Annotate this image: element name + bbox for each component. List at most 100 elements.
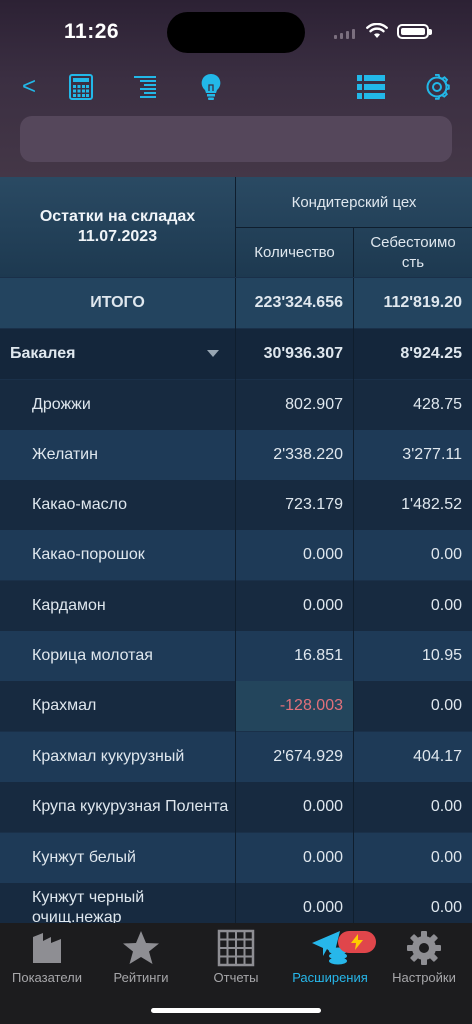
item-qty: 2'674.929 bbox=[273, 748, 343, 765]
item-qty: 0.000 bbox=[302, 546, 343, 563]
table-row[interactable]: Какао-порошок 0.000 0.00 bbox=[0, 530, 472, 580]
divider bbox=[236, 227, 472, 228]
total-row[interactable]: ИТОГО 223'324.656 112'819.20 bbox=[0, 278, 472, 328]
gear-icon bbox=[407, 931, 441, 965]
stock-table: Остатки на складах 11.07.2023 Кондитерск… bbox=[0, 177, 472, 923]
item-qty: 0.000 bbox=[302, 899, 343, 916]
divider bbox=[235, 278, 236, 923]
column-header-cost[interactable]: Себестоимо сть bbox=[354, 228, 472, 277]
item-cost: 428.75 bbox=[413, 396, 462, 413]
report-title-name: Остатки на складах bbox=[39, 208, 196, 225]
item-name: Крупа кукурузная Полента bbox=[32, 798, 229, 815]
grid-icon bbox=[217, 929, 255, 967]
tab-label: Показатели bbox=[12, 970, 82, 985]
table-row[interactable]: Желатин 2'338.220 3'277.11 bbox=[0, 430, 472, 480]
item-name: Крахмал bbox=[32, 697, 97, 714]
lightning-badge-icon bbox=[338, 931, 376, 953]
star-icon bbox=[123, 931, 159, 964]
table-row[interactable]: Кунжут белый 0.000 0.00 bbox=[0, 833, 472, 883]
calculator-button[interactable] bbox=[64, 70, 98, 104]
tab-reports[interactable]: Отчеты bbox=[189, 929, 283, 989]
dynamic-island bbox=[167, 12, 305, 53]
item-cost: 10.95 bbox=[421, 647, 462, 664]
battery-icon bbox=[397, 24, 432, 39]
table-row[interactable]: Крахмал кукурузный 2'674.929 404.17 bbox=[0, 732, 472, 782]
table-row[interactable]: Крахмал -128.003 0.00 bbox=[0, 681, 472, 731]
report-date: 11.07.2023 bbox=[77, 228, 158, 245]
item-name: Кунжут черный очищ.нежар bbox=[32, 889, 145, 923]
total-label: ИТОГО bbox=[90, 294, 145, 311]
home-indicator bbox=[151, 1008, 321, 1013]
item-cost: 0.00 bbox=[430, 849, 462, 866]
group-label: Бакалея bbox=[10, 345, 76, 362]
tab-ratings[interactable]: Рейтинги bbox=[94, 929, 188, 989]
column-group-shop[interactable]: Кондитерский цех bbox=[236, 177, 472, 227]
table-row[interactable]: Корица молотая 16.851 10.95 bbox=[0, 631, 472, 681]
item-name: Корица молотая bbox=[32, 647, 153, 664]
back-icon: < bbox=[21, 73, 36, 100]
item-cost: 0.00 bbox=[430, 597, 462, 614]
gear-icon bbox=[426, 74, 450, 100]
column-header-qty[interactable]: Количество bbox=[236, 228, 353, 277]
lightbulb-icon bbox=[201, 73, 221, 100]
tab-label: Рейтинги bbox=[113, 970, 169, 985]
item-qty: 802.907 bbox=[285, 396, 343, 413]
list-view-button[interactable] bbox=[354, 70, 388, 104]
tab-label: Настройки bbox=[392, 970, 456, 985]
tab-settings[interactable]: Настройки bbox=[377, 929, 471, 989]
tab-label: Отчеты bbox=[213, 970, 259, 985]
item-cost: 3'277.11 bbox=[402, 446, 462, 463]
item-qty: 0.000 bbox=[302, 798, 343, 815]
table-header: Остатки на складах 11.07.2023 Кондитерск… bbox=[0, 177, 472, 277]
cellular-signal-icon bbox=[334, 29, 355, 39]
group-row-bakaleya[interactable]: Бакалея 30'936.307 8'924.25 bbox=[0, 329, 472, 379]
table-row[interactable]: Кардамон 0.000 0.00 bbox=[0, 581, 472, 631]
table-row[interactable]: Кунжут черный очищ.нежар 0.000 0.00 bbox=[0, 883, 472, 923]
item-qty: 0.000 bbox=[302, 849, 343, 866]
settings-button[interactable] bbox=[420, 70, 454, 104]
tab-indicators[interactable]: Показатели bbox=[0, 929, 94, 989]
item-qty: 2'338.220 bbox=[273, 446, 343, 463]
list-icon bbox=[357, 75, 385, 99]
item-name: Кунжут белый bbox=[32, 849, 136, 866]
item-qty: 0.000 bbox=[302, 597, 343, 614]
tab-extensions[interactable]: Расширения bbox=[283, 929, 377, 989]
toolbar: < bbox=[0, 66, 472, 110]
item-qty-negative: -128.003 bbox=[236, 681, 353, 731]
tab-label: Расширения bbox=[292, 970, 368, 985]
total-cost: 112'819.20 bbox=[383, 294, 462, 311]
item-cost: 0.00 bbox=[430, 899, 462, 916]
item-name: Кардамон bbox=[32, 597, 106, 614]
status-bar: 11:26 bbox=[0, 0, 472, 62]
table-row[interactable]: Крупа кукурузная Полента 0.000 0.00 bbox=[0, 782, 472, 832]
divider bbox=[353, 228, 354, 277]
table-row[interactable]: Какао-масло 723.179 1'482.52 bbox=[0, 480, 472, 530]
hint-button[interactable] bbox=[194, 70, 228, 104]
item-cost: 404.17 bbox=[413, 748, 462, 765]
item-cost: 1'482.52 bbox=[401, 496, 462, 513]
align-lines-icon bbox=[134, 76, 156, 98]
table-row[interactable]: Дрожжи 802.907 428.75 bbox=[0, 380, 472, 430]
item-name: Какао-масло bbox=[32, 496, 128, 513]
status-time: 11:26 bbox=[64, 20, 120, 43]
item-name: Дрожжи bbox=[32, 396, 91, 413]
align-button[interactable] bbox=[128, 70, 162, 104]
item-qty: 723.179 bbox=[285, 496, 343, 513]
item-cost: 0.00 bbox=[430, 546, 462, 563]
group-qty: 30'936.307 bbox=[263, 345, 343, 362]
total-qty: 223'324.656 bbox=[254, 294, 343, 311]
item-qty: 16.851 bbox=[294, 647, 343, 664]
report-title: Остатки на складах 11.07.2023 bbox=[0, 177, 235, 277]
divider bbox=[353, 278, 354, 923]
item-cost: 0.00 bbox=[430, 697, 462, 714]
item-name: Какао-порошок bbox=[32, 546, 145, 563]
indicators-icon bbox=[33, 933, 61, 963]
group-cost: 8'924.25 bbox=[400, 345, 462, 362]
back-button[interactable]: < bbox=[12, 70, 46, 104]
chevron-down-icon[interactable] bbox=[206, 349, 220, 359]
search-input[interactable] bbox=[20, 116, 452, 162]
top-area: 11:26 < bbox=[0, 0, 472, 177]
item-name: Желатин bbox=[32, 446, 98, 463]
item-cost: 0.00 bbox=[430, 798, 462, 815]
calculator-icon bbox=[69, 74, 93, 100]
